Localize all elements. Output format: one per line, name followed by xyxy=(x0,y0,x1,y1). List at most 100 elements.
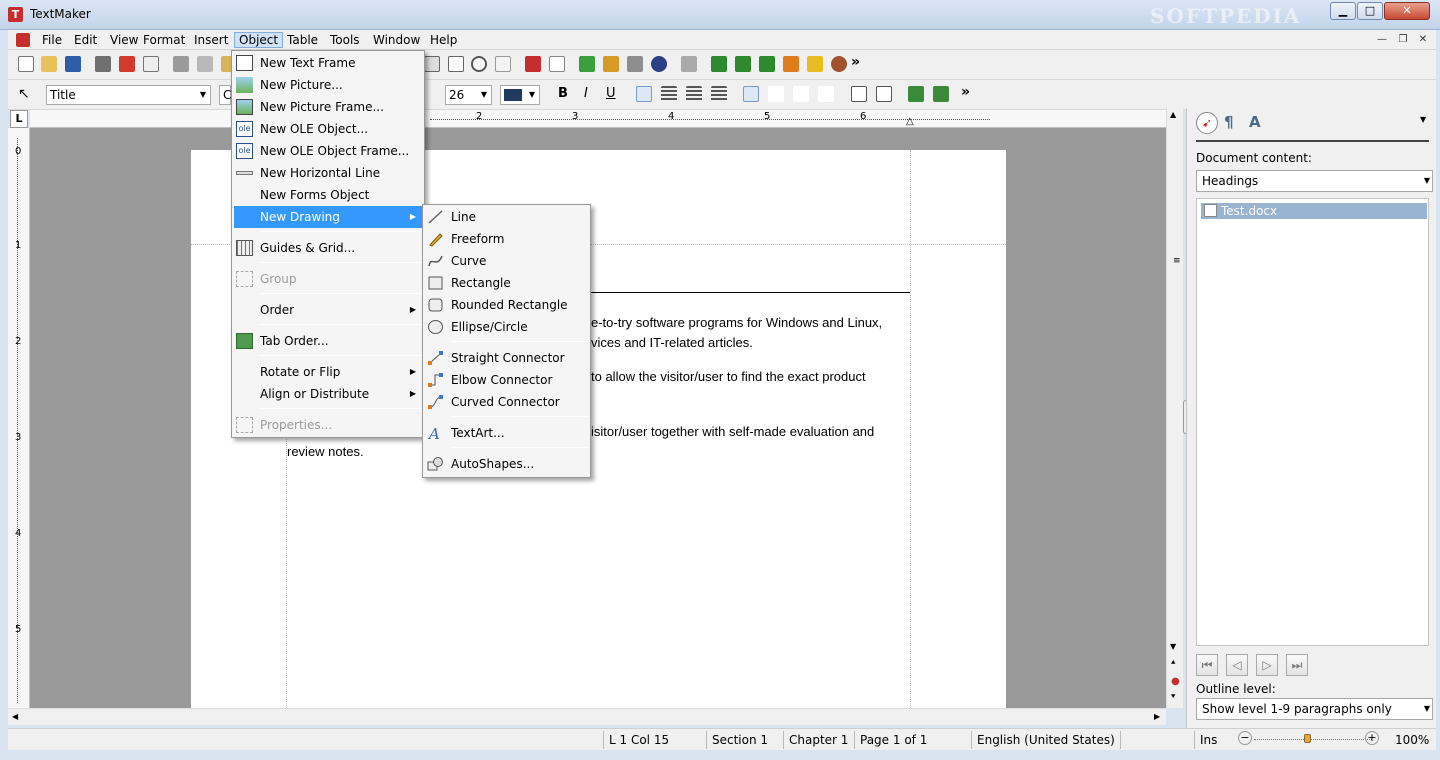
menu-edit[interactable]: Edit xyxy=(70,32,101,48)
menu-draw-curve[interactable]: Curve xyxy=(425,250,588,272)
menu-draw-textart[interactable]: A TextArt... xyxy=(425,422,588,444)
presentations-icon[interactable] xyxy=(759,56,775,72)
find-replace-icon[interactable] xyxy=(495,56,511,72)
tree-item-document[interactable]: Test.docx xyxy=(1201,203,1427,219)
print-icon[interactable] xyxy=(95,56,111,72)
justify-icon[interactable] xyxy=(711,86,727,102)
zoom-slider-thumb[interactable] xyxy=(1304,734,1311,743)
menu-view[interactable]: View xyxy=(106,32,142,48)
tab-right-icon[interactable] xyxy=(768,86,784,102)
right-indent-marker[interactable]: △ xyxy=(906,116,914,127)
menu-properties[interactable]: Properties... xyxy=(234,414,422,436)
menu-new-picture-frame[interactable]: New Picture Frame... xyxy=(234,96,422,118)
next-page-icon[interactable]: ⯆ xyxy=(1170,692,1176,702)
menu-object[interactable]: Object xyxy=(234,32,284,48)
navigator-icon[interactable]: ➹ xyxy=(1196,112,1218,134)
scroll-up-icon[interactable]: ▲ xyxy=(1170,110,1176,119)
scroll-thumb-grip[interactable]: ≡ xyxy=(1173,256,1181,266)
menu-new-forms-object[interactable]: New Forms Object xyxy=(234,184,422,206)
menu-align-distribute[interactable]: Align or Distribute ▶ xyxy=(234,383,422,405)
menu-draw-ellipse[interactable]: Ellipse/Circle xyxy=(425,316,588,338)
doc-close-button[interactable]: ✕ xyxy=(1415,33,1431,47)
scroll-left-icon[interactable]: ◀ xyxy=(12,712,18,721)
font-combo[interactable]: C xyxy=(219,85,231,105)
align-left-icon[interactable] xyxy=(636,86,652,102)
menu-new-ole-object-frame[interactable]: ole New OLE Object Frame... xyxy=(234,140,422,162)
outline-level-select[interactable]: Show level 1-9 paragraphs only ▼ xyxy=(1196,698,1433,720)
underline-button[interactable]: U xyxy=(606,86,616,101)
tab-left-icon[interactable] xyxy=(743,86,759,102)
menu-file[interactable]: File xyxy=(38,32,66,48)
save-icon[interactable] xyxy=(65,56,81,72)
field-icon[interactable] xyxy=(549,56,565,72)
toolbar-overflow-icon[interactable]: » xyxy=(961,84,970,100)
font-color-combo[interactable]: ▼ xyxy=(500,85,540,105)
document-area[interactable]: e-to-try software programs for Windows a… xyxy=(30,128,1166,708)
next-heading-button[interactable]: ▷ xyxy=(1256,654,1278,676)
font-size-combo[interactable]: 26 ▼ xyxy=(445,85,492,105)
characters-icon[interactable]: A xyxy=(1249,113,1261,131)
status-insert-mode[interactable]: Ins xyxy=(1194,731,1234,749)
browse-object-icon[interactable]: ● xyxy=(1171,676,1180,687)
export-pdf-icon[interactable] xyxy=(119,56,135,72)
menu-draw-straight-connector[interactable]: Straight Connector xyxy=(425,347,588,369)
tab-center-icon[interactable] xyxy=(793,86,809,102)
cut-icon[interactable] xyxy=(173,56,189,72)
burger-icon[interactable] xyxy=(831,56,847,72)
menu-insert[interactable]: Insert xyxy=(190,32,232,48)
align-right-icon[interactable] xyxy=(686,86,702,102)
bullets-icon[interactable] xyxy=(851,86,867,102)
zoom-icon[interactable] xyxy=(471,56,487,72)
close-button[interactable]: ✕ xyxy=(1384,2,1430,20)
document-menu-icon[interactable] xyxy=(16,33,30,47)
horizontal-ruler[interactable]: 2 3 4 5 6 △ xyxy=(30,110,1166,128)
menu-draw-elbow-connector[interactable]: Elbow Connector xyxy=(425,369,588,391)
menu-new-text-frame[interactable]: New Text Frame xyxy=(234,52,422,74)
textart-icon[interactable] xyxy=(525,56,541,72)
previous-heading-button[interactable]: ◁ xyxy=(1226,654,1248,676)
open-icon[interactable] xyxy=(41,56,57,72)
horizontal-scrollbar[interactable]: ◀ ▶ xyxy=(8,708,1166,725)
menu-draw-curved-connector[interactable]: Curved Connector xyxy=(425,391,588,413)
zoom-in-button[interactable]: + xyxy=(1365,731,1379,745)
decrease-indent-icon[interactable] xyxy=(908,86,924,102)
italic-button[interactable]: I xyxy=(584,86,588,101)
document-content-select[interactable]: Headings ▼ xyxy=(1196,170,1433,192)
menu-order[interactable]: Order ▶ xyxy=(234,299,422,321)
scroll-right-icon[interactable]: ▶ xyxy=(1154,712,1160,721)
previous-page-icon[interactable]: ⯅ xyxy=(1170,658,1176,668)
new-document-icon[interactable] xyxy=(18,56,34,72)
align-center-icon[interactable] xyxy=(661,86,677,102)
menu-rotate-flip[interactable]: Rotate or Flip ▶ xyxy=(234,361,422,383)
vertical-scrollbar[interactable]: ▲ ≡ ▼ ⯅ ● ⯆ xyxy=(1166,108,1183,708)
menu-guides-grid[interactable]: Guides & Grid... xyxy=(234,237,422,259)
tab-type-button[interactable]: L xyxy=(10,110,28,128)
minimize-button[interactable]: ▁ xyxy=(1330,2,1356,20)
chart-icon[interactable] xyxy=(603,56,619,72)
menu-tab-order[interactable]: Tab Order... xyxy=(234,330,422,352)
zoom-slider-track[interactable] xyxy=(1254,739,1372,740)
menu-draw-rounded-rectangle[interactable]: Rounded Rectangle xyxy=(425,294,588,316)
menu-draw-rectangle[interactable]: Rectangle xyxy=(425,272,588,294)
tab-decimal-icon[interactable] xyxy=(818,86,834,102)
form-icon[interactable] xyxy=(448,56,464,72)
menu-draw-autoshapes[interactable]: AutoShapes... xyxy=(425,453,588,475)
increase-indent-icon[interactable] xyxy=(933,86,949,102)
select-arrow-icon[interactable]: ↖ xyxy=(18,86,34,102)
doc-restore-button[interactable]: ❐ xyxy=(1395,33,1411,47)
bookmark-icon[interactable] xyxy=(651,56,667,72)
style-combo[interactable]: Title ▼ xyxy=(46,85,211,105)
web-icon[interactable] xyxy=(681,56,697,72)
first-heading-button[interactable]: ⏮ xyxy=(1196,654,1218,676)
spreadsheet-icon[interactable] xyxy=(783,56,799,72)
menu-format[interactable]: Format xyxy=(139,32,189,48)
menu-help[interactable]: Help xyxy=(426,32,461,48)
object-icon[interactable] xyxy=(627,56,643,72)
zoom-out-button[interactable]: − xyxy=(1238,731,1252,745)
menu-table[interactable]: Table xyxy=(283,32,322,48)
expand-checkbox[interactable] xyxy=(1204,204,1217,217)
outline-icon[interactable] xyxy=(735,56,751,72)
numbering-icon[interactable] xyxy=(876,86,892,102)
menu-new-picture[interactable]: New Picture... xyxy=(234,74,422,96)
menu-draw-freeform[interactable]: Freeform xyxy=(425,228,588,250)
